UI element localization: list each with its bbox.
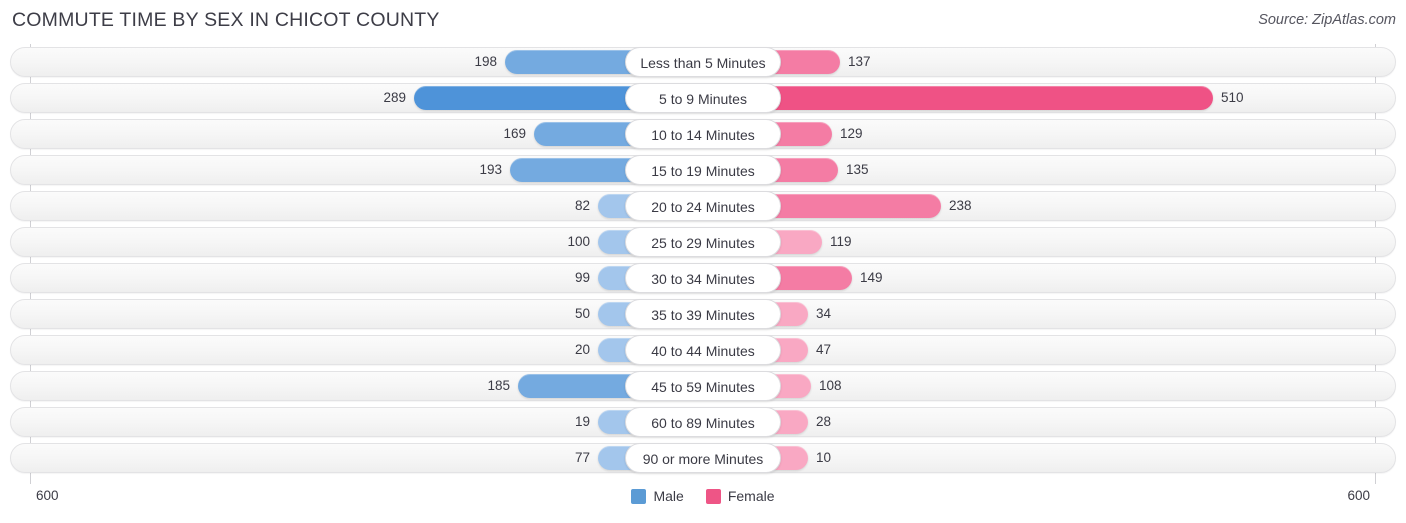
bar-row: 82 238 20 to 24 Minutes bbox=[0, 188, 1406, 224]
bar-row: 169 129 10 to 14 Minutes bbox=[0, 116, 1406, 152]
male-value-label: 185 bbox=[487, 378, 510, 393]
bar-row: 19 28 60 to 89 Minutes bbox=[0, 404, 1406, 440]
male-value-label: 100 bbox=[567, 234, 590, 249]
bar-row: 289 510 5 to 9 Minutes bbox=[0, 80, 1406, 116]
legend-item-female[interactable]: Female bbox=[705, 488, 775, 504]
male-value-label: 169 bbox=[503, 126, 526, 141]
legend-item-male[interactable]: Male bbox=[631, 488, 684, 504]
chart-plot-area: 198 137 Less than 5 Minutes 289 510 5 to 9 Mi… bbox=[0, 44, 1406, 484]
chart-header: COMMUTE TIME BY SEX IN CHICOT COUNTY Sou… bbox=[0, 0, 1406, 44]
female-value-label: 108 bbox=[819, 378, 842, 393]
bar-layer: 289 510 5 to 9 Minutes bbox=[0, 80, 1406, 116]
female-value-label: 135 bbox=[846, 162, 869, 177]
female-value-label: 119 bbox=[830, 234, 852, 249]
bar-layer: 198 137 Less than 5 Minutes bbox=[0, 44, 1406, 80]
bar-row: 50 34 35 to 39 Minutes bbox=[0, 296, 1406, 332]
bar-layer: 50 34 35 to 39 Minutes bbox=[0, 296, 1406, 332]
male-value-label: 193 bbox=[479, 162, 502, 177]
bar-layer: 100 119 25 to 29 Minutes bbox=[0, 224, 1406, 260]
source-attribution: Source: ZipAtlas.com bbox=[1258, 12, 1396, 28]
category-label: 45 to 59 Minutes bbox=[625, 371, 781, 401]
category-label: 5 to 9 Minutes bbox=[625, 83, 781, 113]
legend-swatch-male bbox=[631, 488, 647, 504]
bar-row: 77 10 90 or more Minutes bbox=[0, 440, 1406, 476]
bar-row: 198 137 Less than 5 Minutes bbox=[0, 44, 1406, 80]
bar-row: 99 149 30 to 34 Minutes bbox=[0, 260, 1406, 296]
legend-swatch-female bbox=[705, 488, 721, 504]
female-value-label: 129 bbox=[840, 126, 863, 141]
category-label: 15 to 19 Minutes bbox=[625, 155, 781, 185]
female-value-label: 28 bbox=[816, 414, 832, 429]
bar-row: 185 108 45 to 59 Minutes bbox=[0, 368, 1406, 404]
female-value-label: 34 bbox=[816, 306, 832, 321]
male-value-label: 82 bbox=[574, 198, 590, 213]
category-label: 20 to 24 Minutes bbox=[625, 191, 781, 221]
category-label: 10 to 14 Minutes bbox=[625, 119, 781, 149]
male-value-label: 20 bbox=[574, 342, 590, 357]
page-title: COMMUTE TIME BY SEX IN CHICOT COUNTY bbox=[12, 9, 440, 31]
female-value-label: 238 bbox=[949, 198, 972, 213]
female-value-label: 510 bbox=[1221, 90, 1244, 105]
bar-layer: 19 28 60 to 89 Minutes bbox=[0, 404, 1406, 440]
chart-footer: 600 600 Male Female bbox=[0, 484, 1406, 523]
category-label: 60 to 89 Minutes bbox=[625, 407, 781, 437]
legend-label: Female bbox=[727, 488, 775, 504]
bar-layer: 77 10 90 or more Minutes bbox=[0, 440, 1406, 476]
legend-label: Male bbox=[653, 488, 684, 504]
bar-layer: 20 47 40 to 44 Minutes bbox=[0, 332, 1406, 368]
male-value-label: 99 bbox=[574, 270, 590, 285]
bar-layer: 193 135 15 to 19 Minutes bbox=[0, 152, 1406, 188]
category-label: 40 to 44 Minutes bbox=[625, 335, 781, 365]
female-value-label: 10 bbox=[816, 450, 832, 465]
bar-layer: 82 238 20 to 24 Minutes bbox=[0, 188, 1406, 224]
bar-row: 193 135 15 to 19 Minutes bbox=[0, 152, 1406, 188]
female-value-label: 149 bbox=[860, 270, 883, 285]
category-label: Less than 5 Minutes bbox=[625, 47, 781, 77]
female-value-label: 47 bbox=[816, 342, 832, 357]
female-value-label: 137 bbox=[848, 54, 871, 69]
male-value-label: 19 bbox=[574, 414, 590, 429]
category-label: 90 or more Minutes bbox=[625, 443, 781, 473]
bar-layer: 185 108 45 to 59 Minutes bbox=[0, 368, 1406, 404]
bar-row: 20 47 40 to 44 Minutes bbox=[0, 332, 1406, 368]
category-label: 25 to 29 Minutes bbox=[625, 227, 781, 257]
male-value-label: 77 bbox=[574, 450, 590, 465]
bar-rows: 198 137 Less than 5 Minutes 289 510 5 to 9 Mi… bbox=[0, 44, 1406, 476]
category-label: 30 to 34 Minutes bbox=[625, 263, 781, 293]
male-value-label: 289 bbox=[383, 90, 406, 105]
male-value-label: 50 bbox=[574, 306, 590, 321]
bar-layer: 169 129 10 to 14 Minutes bbox=[0, 116, 1406, 152]
category-label: 35 to 39 Minutes bbox=[625, 299, 781, 329]
bar-layer: 99 149 30 to 34 Minutes bbox=[0, 260, 1406, 296]
chart-legend: Male Female bbox=[0, 488, 1406, 504]
male-value-label: 198 bbox=[474, 54, 497, 69]
bar-row: 100 119 25 to 29 Minutes bbox=[0, 224, 1406, 260]
